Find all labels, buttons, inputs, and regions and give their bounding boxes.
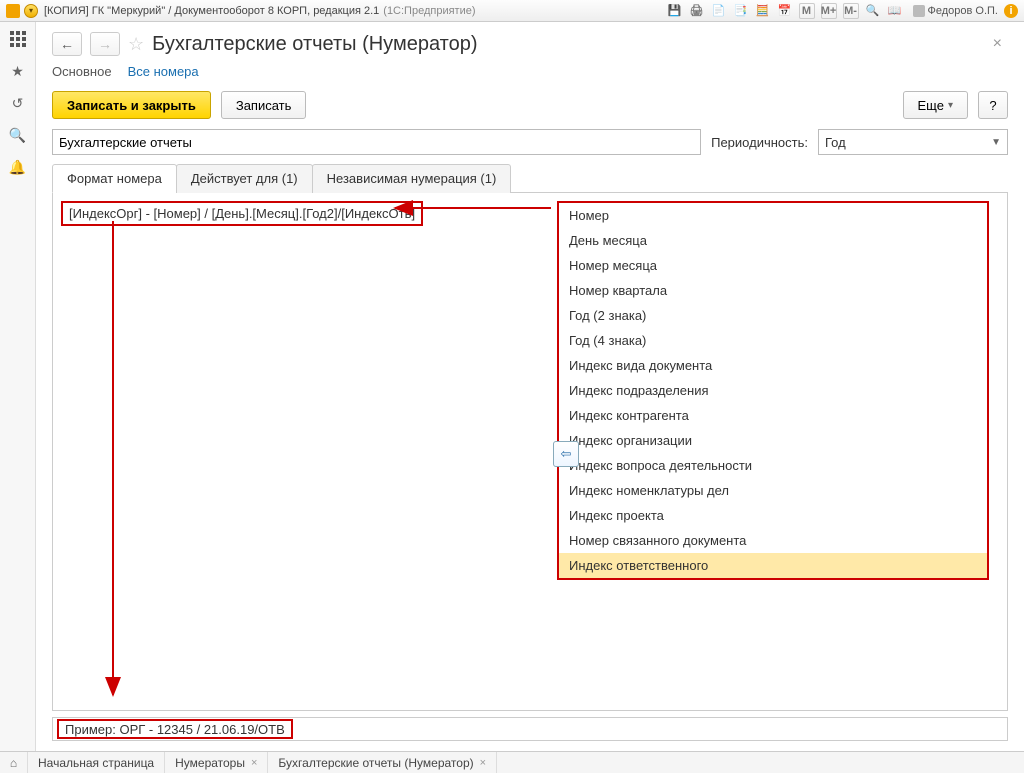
nav-back-button[interactable]: ← xyxy=(52,32,82,56)
zoom-icon[interactable]: 🔍 xyxy=(865,3,881,19)
save-and-close-button[interactable]: Записать и закрыть xyxy=(52,91,211,119)
page-header: ← → ☆ Бухгалтерские отчеты (Нумератор) × xyxy=(36,22,1024,60)
token-item[interactable]: Год (4 знака) xyxy=(559,328,987,353)
tab-independent[interactable]: Независимая нумерация (1) xyxy=(312,164,512,193)
chevron-down-icon: ▼ xyxy=(991,137,1001,148)
close-tab-icon[interactable]: × xyxy=(480,757,486,769)
example-row: Пример: ОРГ - 12345 / 21.06.19/ОТВ xyxy=(52,717,1008,741)
name-row: Периодичность: Год ▼ xyxy=(36,129,1024,163)
token-item[interactable]: Индекс подразделения xyxy=(559,378,987,403)
m-minus-button[interactable]: M- xyxy=(843,3,859,19)
token-item[interactable]: Индекс ответственного xyxy=(559,553,987,578)
numerator-name-input[interactable] xyxy=(52,129,701,155)
bottom-tabs: ⌂ Начальная страница Нумераторы × Бухгалт… xyxy=(0,751,1024,773)
history-icon[interactable]: ↺ xyxy=(7,92,29,114)
favorite-star-icon[interactable]: ☆ xyxy=(128,34,144,55)
nav-forward-button[interactable]: → xyxy=(90,32,120,56)
doc-icon-2[interactable]: 📑 xyxy=(733,3,749,19)
m-button[interactable]: M xyxy=(799,3,815,19)
more-button-label: Еще xyxy=(918,98,944,113)
content-area: ← → ☆ Бухгалтерские отчеты (Нумератор) ×… xyxy=(36,22,1024,751)
subnav: Основное Все номера xyxy=(36,60,1024,87)
tokens-pane: ⇦ НомерДень месяцаНомер месяцаНомер квар… xyxy=(557,201,999,702)
favorites-icon[interactable]: ★ xyxy=(7,60,29,82)
bottom-tab-current-label: Бухгалтерские отчеты (Нумератор) xyxy=(278,756,473,770)
tab-strip: Формат номера Действует для (1) Независи… xyxy=(52,163,1008,193)
title-bar: ▾ [КОПИЯ] ГК "Меркурий" / Документооборо… xyxy=(0,0,1024,22)
tab-valid-for[interactable]: Действует для (1) xyxy=(176,164,313,193)
user-name: Федоров О.П. xyxy=(928,5,999,17)
token-item[interactable]: Индекс номенклатуры дел xyxy=(559,478,987,503)
save-button[interactable]: Записать xyxy=(221,91,307,119)
sections-icon[interactable] xyxy=(7,28,29,50)
search-icon[interactable]: 🔍 xyxy=(7,124,29,146)
home-icon[interactable]: ⌂ xyxy=(0,752,28,773)
subnav-all-numbers[interactable]: Все номера xyxy=(128,64,199,79)
bottom-tab-start-label: Начальная страница xyxy=(38,756,154,770)
calendar-icon[interactable]: 📅 xyxy=(777,3,793,19)
token-item[interactable]: Индекс проекта xyxy=(559,503,987,528)
info-icon[interactable]: i xyxy=(1004,4,1018,18)
more-button[interactable]: Еще xyxy=(903,91,968,119)
user-avatar-icon xyxy=(913,5,925,17)
print-icon[interactable]: 🖨 xyxy=(689,3,705,19)
token-item[interactable]: Индекс контрагента xyxy=(559,403,987,428)
page-title: Бухгалтерские отчеты (Нумератор) xyxy=(152,33,477,56)
token-item[interactable]: Индекс вида документа xyxy=(559,353,987,378)
app-icon xyxy=(6,4,20,18)
app-menu-dropdown[interactable]: ▾ xyxy=(24,4,38,18)
token-item[interactable]: Индекс вопроса деятельности xyxy=(559,453,987,478)
token-item[interactable]: Номер месяца xyxy=(559,253,987,278)
editor-area: [ИндексОрг] - [Номер] / [День].[Месяц].[… xyxy=(52,193,1008,711)
close-page-button[interactable]: × xyxy=(987,35,1008,53)
token-item[interactable]: Номер xyxy=(559,203,987,228)
insert-token-button[interactable]: ⇦ xyxy=(553,441,579,467)
bottom-tab-numerators[interactable]: Нумераторы × xyxy=(165,752,268,773)
periodicity-value: Год xyxy=(825,135,846,150)
notifications-icon[interactable]: 🔔 xyxy=(7,156,29,178)
bottom-tab-numerators-label: Нумераторы xyxy=(175,756,245,770)
token-item[interactable]: Номер квартала xyxy=(559,278,987,303)
tab-format[interactable]: Формат номера xyxy=(52,164,177,193)
help-button[interactable]: ? xyxy=(978,91,1008,119)
m-plus-button[interactable]: M+ xyxy=(821,3,837,19)
periodicity-label: Периодичность: xyxy=(711,135,808,150)
close-tab-icon[interactable]: × xyxy=(251,757,257,769)
product-label: (1С:Предприятие) xyxy=(383,5,475,17)
save-icon[interactable]: 💾 xyxy=(667,3,683,19)
token-item[interactable]: День месяца xyxy=(559,228,987,253)
token-item[interactable]: Индекс организации xyxy=(559,428,987,453)
example-box: Пример: ОРГ - 12345 / 21.06.19/ОТВ xyxy=(57,719,293,739)
token-item[interactable]: Номер связанного документа xyxy=(559,528,987,553)
subnav-main[interactable]: Основное xyxy=(52,64,112,79)
left-rail: ★ ↺ 🔍 🔔 xyxy=(0,22,36,751)
user-label[interactable]: Федоров О.П. xyxy=(913,5,999,17)
format-pane: [ИндексОрг] - [Номер] / [День].[Месяц].[… xyxy=(61,201,549,702)
book-icon[interactable]: 📖 xyxy=(887,3,903,19)
bottom-tab-start[interactable]: Начальная страница xyxy=(28,752,165,773)
action-row: Записать и закрыть Записать Еще ? xyxy=(36,87,1024,129)
format-string-box[interactable]: [ИндексОрг] - [Номер] / [День].[Месяц].[… xyxy=(61,201,423,226)
title-tool-icons: 💾 🖨 📄 📑 🧮 📅 M M+ M- 🔍 📖 Федоров О.П. i xyxy=(667,3,1019,19)
window-title: [КОПИЯ] ГК "Меркурий" / Документооборот … xyxy=(44,5,379,17)
bottom-tab-current[interactable]: Бухгалтерские отчеты (Нумератор) × xyxy=(268,752,497,773)
token-list: НомерДень месяцаНомер месяцаНомер кварта… xyxy=(557,201,989,580)
calc-icon[interactable]: 🧮 xyxy=(755,3,771,19)
periodicity-dropdown[interactable]: Год ▼ xyxy=(818,129,1008,155)
token-item[interactable]: Год (2 знака) xyxy=(559,303,987,328)
doc-icon-1[interactable]: 📄 xyxy=(711,3,727,19)
